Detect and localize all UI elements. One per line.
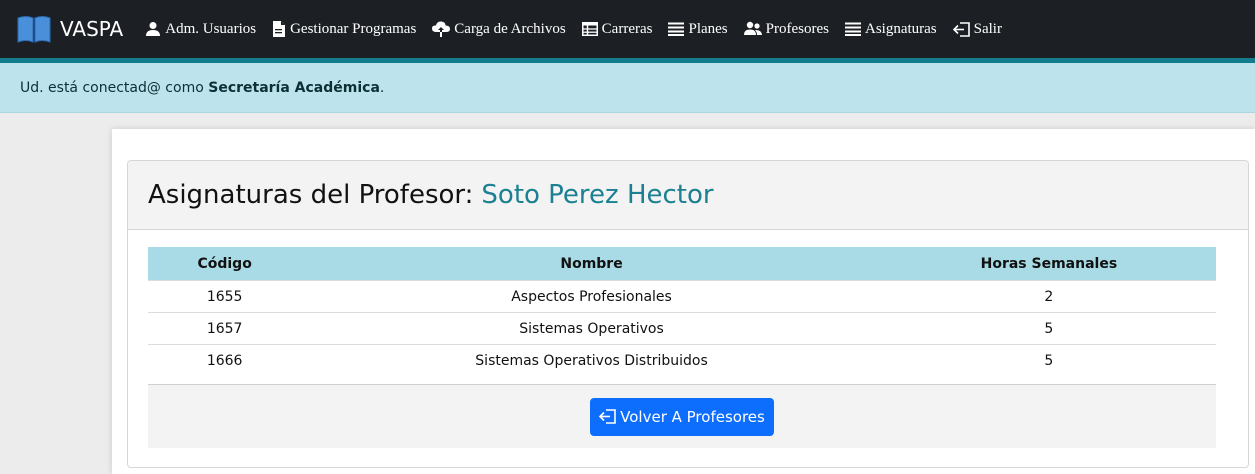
column-header-codigo: Código xyxy=(197,255,252,272)
nav-label: Carga de Archivos xyxy=(454,20,566,37)
book-icon xyxy=(17,16,51,43)
subjects-table: Código Nombre Horas Semanales 1655 Aspec… xyxy=(148,247,1216,376)
cell-horas: 5 xyxy=(881,312,1216,345)
table-row: 1657 Sistemas Operativos 5 xyxy=(148,312,1216,345)
brand-name: VASPA xyxy=(60,17,124,41)
top-navbar: VASPA Adm. Usuarios Gestionar Programas … xyxy=(0,0,1255,63)
nav-profesores[interactable]: Profesores xyxy=(743,20,829,38)
user-icon xyxy=(146,22,161,36)
logout-icon xyxy=(599,409,616,424)
nav-asignaturas[interactable]: Asignaturas xyxy=(844,20,937,38)
cell-codigo: 1655 xyxy=(148,280,302,313)
brand-link[interactable]: VASPA xyxy=(16,15,123,43)
cell-codigo: 1666 xyxy=(148,344,302,376)
list-icon xyxy=(844,22,861,36)
nav-carga-archivos[interactable]: Carga de Archivos xyxy=(432,20,566,38)
people-icon xyxy=(743,21,762,35)
file-icon xyxy=(273,21,286,37)
nav-gestionar-programas[interactable]: Gestionar Programas xyxy=(272,21,416,38)
cell-horas: 5 xyxy=(881,344,1216,376)
nav-carreras[interactable]: Carreras xyxy=(581,20,653,38)
column-header-nombre: Nombre xyxy=(560,255,623,272)
professor-name: Soto Perez Hector xyxy=(481,180,714,210)
cell-codigo: 1657 xyxy=(148,312,302,345)
subjects-card: Asignaturas del Profesor: Soto Perez Hec… xyxy=(127,160,1249,468)
nav-label: Salir xyxy=(973,20,1002,37)
nav-label: Adm. Usuarios xyxy=(165,20,257,37)
nav-adm-usuarios[interactable]: Adm. Usuarios xyxy=(145,21,256,38)
list-icon xyxy=(668,22,685,36)
column-header-horas: Horas Semanales xyxy=(980,255,1118,272)
card-footer: Volver A Profesores xyxy=(148,384,1216,448)
logout-icon xyxy=(952,21,970,37)
nav-label: Planes xyxy=(688,20,728,37)
table-header-row: Código Nombre Horas Semanales xyxy=(148,247,1216,281)
table-row: 1666 Sistemas Operativos Distribuidos 5 xyxy=(148,344,1216,376)
cell-nombre: Aspectos Profesionales xyxy=(301,280,882,313)
nav-label: Carreras xyxy=(601,20,653,37)
cell-nombre: Sistemas Operativos xyxy=(301,312,882,345)
nav-label: Asignaturas xyxy=(864,20,937,37)
session-alert: Ud. está conectad@ como Secretaría Acadé… xyxy=(0,63,1255,113)
button-label: Volver A Profesores xyxy=(620,407,765,426)
cell-nombre: Sistemas Operativos Distribuidos xyxy=(301,344,882,376)
alert-role: Secretaría Académica xyxy=(208,79,380,96)
cell-horas: 2 xyxy=(881,280,1216,313)
alert-suffix: . xyxy=(379,79,385,96)
alert-prefix: Ud. está conectad@ como xyxy=(20,79,209,96)
nav-label: Profesores xyxy=(765,20,829,37)
back-to-professors-button[interactable]: Volver A Profesores xyxy=(590,397,774,436)
cloud-upload-icon xyxy=(432,21,451,37)
nav-planes[interactable]: Planes xyxy=(668,20,728,38)
table-row: 1655 Aspectos Profesionales 2 xyxy=(148,280,1216,313)
card-header: Asignaturas del Profesor: Soto Perez Hec… xyxy=(128,161,1248,230)
nav-label: Gestionar Programas xyxy=(290,20,417,37)
nav-salir[interactable]: Salir xyxy=(952,20,1002,38)
table-icon xyxy=(581,22,598,36)
card-title: Asignaturas del Profesor: xyxy=(148,180,474,210)
main-container: Asignaturas del Profesor: Soto Perez Hec… xyxy=(112,129,1255,474)
